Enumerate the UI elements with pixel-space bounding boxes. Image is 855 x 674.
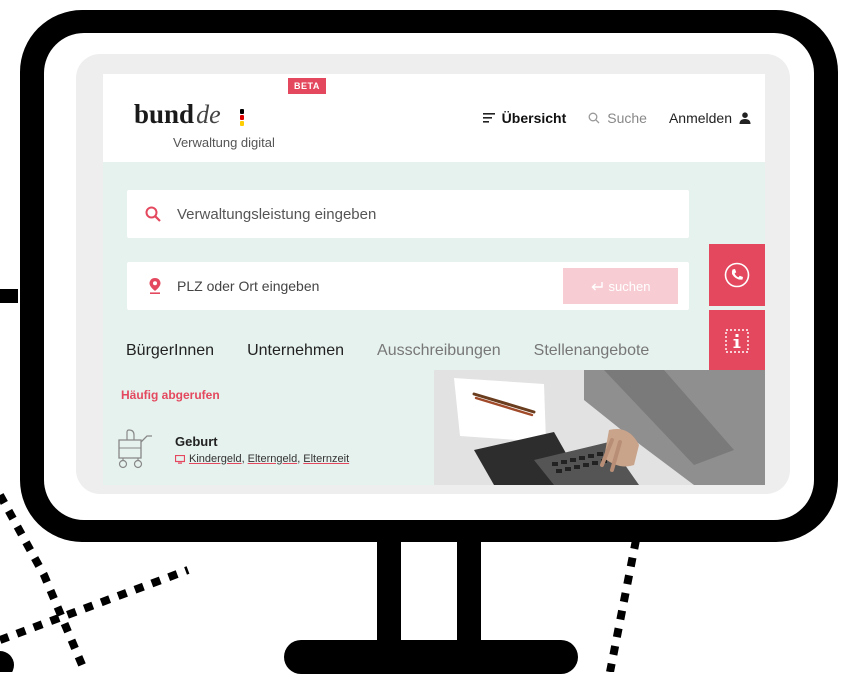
nav-search-label: Suche — [607, 110, 647, 126]
list-item: Geburt Kindergeld, Elterngeld, Elternzei… — [115, 426, 435, 485]
nav-overview[interactable]: Übersicht — [482, 110, 567, 126]
service-search-input[interactable]: Verwaltungsleistung eingeben — [127, 190, 689, 238]
laptop-photo — [434, 370, 765, 485]
list-item-title[interactable]: Geburt — [175, 434, 218, 449]
monitor-neck-right — [457, 540, 481, 652]
stroller-icon — [118, 429, 152, 469]
nav-search[interactable]: Suche — [588, 110, 647, 126]
flag-dots-icon — [240, 109, 244, 129]
nav-login[interactable]: Anmelden — [669, 110, 751, 126]
info-icon — [725, 329, 749, 353]
frequent-section-title: Häufig abgerufen — [121, 388, 220, 402]
logo-suffix: de — [196, 100, 221, 129]
info-button[interactable] — [709, 310, 765, 372]
user-icon — [739, 112, 751, 124]
location-pin-icon — [149, 278, 161, 294]
tab-stellenangebote[interactable]: Stellenangebote — [534, 342, 650, 360]
audience-tabs: BürgerInnen Unternehmen Ausschreibungen … — [126, 342, 682, 360]
location-input[interactable]: PLZ oder Ort eingeben suchen — [127, 262, 689, 310]
tab-buergerinnen[interactable]: BürgerInnen — [126, 342, 214, 360]
monitor-icon — [175, 454, 185, 464]
search-button[interactable]: suchen — [563, 268, 678, 304]
search-icon — [588, 112, 600, 124]
phone-icon — [724, 262, 750, 288]
tab-ausschreibungen[interactable]: Ausschreibungen — [377, 342, 501, 360]
website-screen: bundde Verwaltung digital BETA Übersicht — [103, 74, 765, 485]
menu-lines-icon — [482, 113, 495, 123]
site-header: bundde Verwaltung digital BETA Übersicht — [103, 74, 765, 162]
search-icon — [145, 206, 161, 222]
monitor-neck-left — [377, 540, 401, 652]
link-elterngeld[interactable]: Elterngeld — [248, 453, 298, 465]
phone-contact-button[interactable] — [709, 244, 765, 306]
monitor-base — [284, 640, 578, 674]
main-nav: Übersicht Suche Anmelden — [461, 110, 751, 126]
logo-word: bund — [134, 99, 195, 129]
search-button-label: suchen — [608, 278, 651, 294]
beta-badge: BETA — [288, 78, 326, 94]
list-item-links: Kindergeld, Elterngeld, Elternzeit — [175, 453, 349, 465]
nav-overview-label: Übersicht — [501, 110, 567, 126]
service-search-placeholder: Verwaltungsleistung eingeben — [177, 205, 377, 223]
location-placeholder: PLZ oder Ort eingeben — [177, 278, 320, 294]
tab-unternehmen[interactable]: Unternehmen — [247, 342, 344, 360]
logo[interactable]: bundde — [134, 99, 244, 133]
link-elternzeit[interactable]: Elternzeit — [303, 453, 349, 465]
link-kindergeld[interactable]: Kindergeld — [189, 453, 242, 465]
logo-subtitle: Verwaltung digital — [173, 135, 275, 150]
nav-login-label: Anmelden — [668, 110, 732, 126]
enter-arrow-icon — [591, 282, 603, 291]
